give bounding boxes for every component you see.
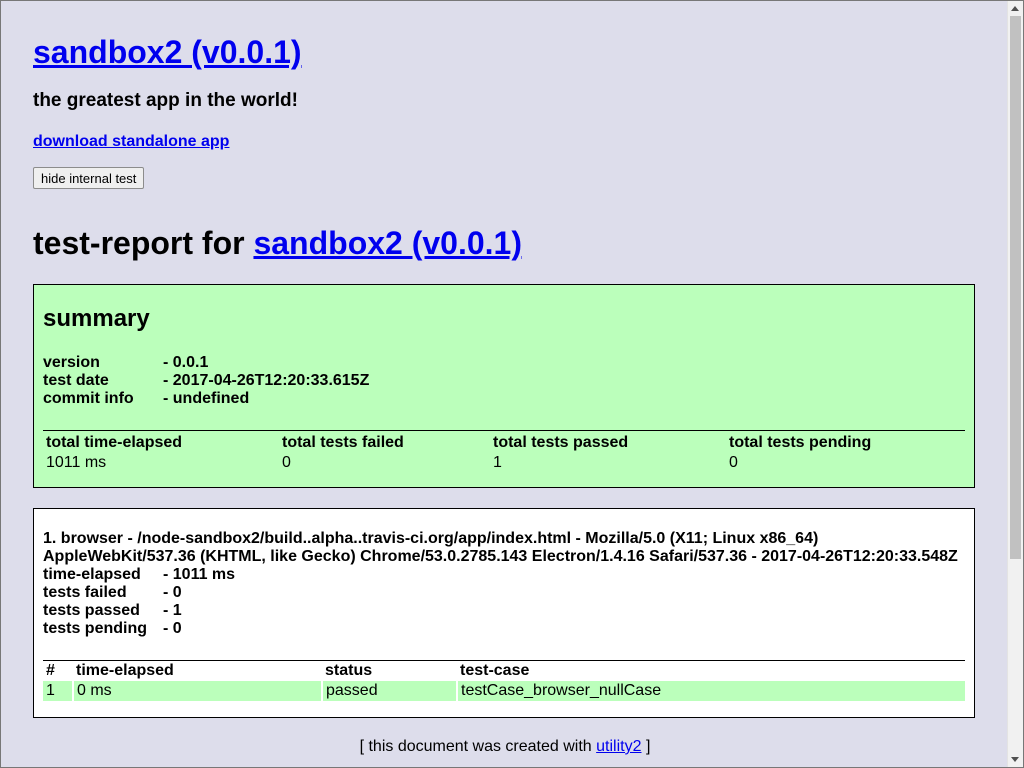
totals-failed-value: 0 [282,454,291,471]
totals-table: total time-elapsed total tests failed to… [43,430,965,473]
browser-pending-label: tests pending [43,620,148,637]
summary-date-value: - 2017-04-26T12:20:33.615Z [163,372,370,389]
summary-heading: summary [43,305,150,332]
testcase-time: 0 ms [73,681,323,701]
scroll-down-arrow-icon[interactable] [1011,757,1019,762]
testcase-status: passed [322,681,458,701]
testcase-col-number: # [46,662,55,679]
app-title-link[interactable]: sandbox2 (v0.0.1) [33,34,302,70]
testcase-col-name: test-case [460,662,530,679]
browser-elapsed-row: time-elapsed - 1011 ms [43,566,235,584]
summary-commit-label: commit info [43,390,134,407]
totals-col-pending: total tests pending [729,434,872,451]
tagline: the greatest app in the world! [33,90,298,111]
testcase-header-row: # time-elapsed status test-case [43,661,965,682]
testcase-name: testCase_browser_nullCase [457,681,965,701]
scroll-up-arrow-icon[interactable] [1011,6,1019,11]
report-title-link[interactable]: sandbox2 (v0.0.1) [253,225,522,261]
scrollbar-thumb[interactable] [1010,16,1021,559]
report-title: test-report for sandbox2 (v0.0.1) [33,223,522,263]
browser-failed-label: tests failed [43,584,127,601]
totals-col-time: total time-elapsed [46,434,183,451]
footer-suffix: ] [645,738,651,755]
browser-passed-label: tests passed [43,602,140,619]
hide-internal-test-button[interactable]: hide internal test [33,167,145,189]
testcase-col-time: time-elapsed [76,662,174,679]
footer-prefix: [ this document was created with [359,738,592,755]
testcase-number: 1 [43,681,74,701]
summary-version-row: version - 0.0.1 [43,354,208,372]
browser-pending-row: tests pending - 0 [43,620,182,638]
testcase-col-status: status [325,662,373,679]
summary-date-row: test date - 2017-04-26T12:20:33.615Z [43,372,369,390]
browser-heading-line2: AppleWebKit/537.36 (KHTML, like Gecko) C… [43,548,958,565]
browser-elapsed-value: - 1011 ms [163,566,236,583]
summary-commit-value: - undefined [163,390,250,407]
browser-elapsed-label: time-elapsed [43,566,141,583]
totals-row: 1011 ms 0 1 0 [43,453,965,473]
report-title-prefix: test-report for [33,225,245,261]
totals-col-failed: total tests failed [282,434,404,451]
browser-passed-value: - 1 [163,602,182,619]
browser-heading-line1: 1. browser - /node-sandbox2/build..alpha… [43,530,819,547]
summary-version-label: version [43,354,100,371]
utility2-link[interactable]: utility2 [596,738,641,755]
download-standalone-link[interactable]: download standalone app [33,132,229,152]
vertical-scrollbar[interactable] [1007,1,1023,767]
browser-failed-row: tests failed - 0 [43,584,182,602]
browser-pending-value: - 0 [163,620,182,637]
testcase-table: # time-elapsed status test-case 1 0 ms p… [43,660,965,701]
totals-time-value: 1011 ms [46,454,107,471]
totals-pending-value: 0 [729,454,738,471]
browser-heading: 1. browser - /node-sandbox2/build..alpha… [43,530,973,566]
totals-passed-value: 1 [493,454,502,471]
browser-failed-value: - 0 [163,584,182,601]
summary-date-label: test date [43,372,109,389]
testcase-row: 1 0 ms passed testCase_browser_nullCase [43,681,965,701]
browser-passed-row: tests passed - 1 [43,602,182,620]
footer: [ this document was created with utility… [33,737,977,757]
app-title: sandbox2 (v0.0.1) [33,32,302,72]
summary-commit-row: commit info - undefined [43,390,249,408]
totals-col-passed: total tests passed [493,434,629,451]
summary-version-value: - 0.0.1 [163,354,209,371]
totals-header-row: total time-elapsed total tests failed to… [43,431,965,454]
